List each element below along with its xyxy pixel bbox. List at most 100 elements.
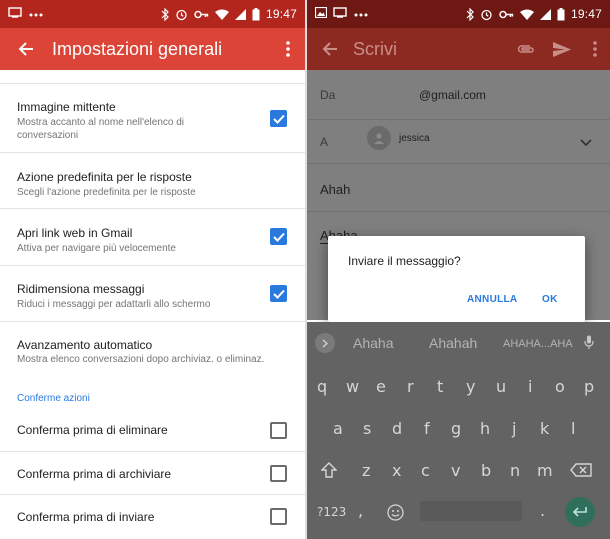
setting-confirm-delete[interactable]: Conferma prima di eliminare bbox=[0, 409, 305, 452]
key-v[interactable]: v bbox=[451, 456, 460, 484]
sender-image-checkbox[interactable] bbox=[270, 110, 287, 127]
emoji-icon bbox=[387, 503, 404, 521]
key-u[interactable]: u bbox=[496, 372, 506, 400]
from-label: Da bbox=[320, 88, 336, 102]
key-t[interactable]: t bbox=[437, 372, 443, 400]
back-button[interactable] bbox=[307, 28, 353, 70]
backspace-key[interactable] bbox=[570, 456, 592, 484]
open-web-links-checkbox[interactable] bbox=[270, 228, 287, 245]
key-j[interactable]: j bbox=[512, 414, 516, 442]
vpn-key-icon bbox=[499, 10, 514, 19]
recipient-name: jessica bbox=[399, 132, 430, 144]
key-row-3: z x c v b n m bbox=[307, 456, 610, 484]
key-s[interactable]: s bbox=[363, 414, 371, 442]
page-title: Scrivi bbox=[353, 38, 397, 59]
ok-button[interactable]: OK bbox=[542, 294, 558, 305]
to-row[interactable]: A jessica bbox=[307, 120, 610, 164]
key-i[interactable]: i bbox=[528, 372, 532, 400]
key-y[interactable]: y bbox=[466, 372, 475, 400]
subject-row[interactable]: Ahah bbox=[307, 164, 610, 212]
back-button[interactable] bbox=[0, 28, 52, 70]
suggestion-1[interactable]: Ahaha bbox=[353, 335, 393, 351]
suggestion-2[interactable]: Ahahah bbox=[429, 335, 477, 351]
key-k[interactable]: k bbox=[540, 414, 549, 442]
suggestion-strip: Ahaha Ahahah AHAHA...AHA bbox=[307, 322, 610, 364]
key-z[interactable]: z bbox=[362, 456, 370, 484]
key-l[interactable]: l bbox=[571, 414, 575, 442]
setting-resize-messages[interactable]: Ridimensiona messaggi Riduci i messaggi … bbox=[0, 266, 305, 322]
overflow-menu-button[interactable] bbox=[580, 28, 610, 70]
alarm-icon bbox=[175, 8, 188, 21]
confirm-send-checkbox[interactable] bbox=[270, 508, 287, 525]
setting-title: Azione predefinita per le risposte bbox=[17, 170, 192, 184]
screen-cast-icon bbox=[333, 7, 347, 21]
battery-icon bbox=[252, 7, 260, 21]
overflow-menu-button[interactable] bbox=[271, 28, 305, 70]
key-row-2: a s d f g h j k l bbox=[307, 414, 610, 442]
key-a[interactable]: a bbox=[333, 414, 343, 442]
suggestion-3[interactable]: AHAHA...AHA bbox=[503, 338, 573, 350]
status-bar: 19:47 bbox=[0, 0, 305, 28]
check-icon bbox=[272, 114, 285, 124]
key-d[interactable]: d bbox=[392, 414, 402, 442]
confirm-archive-checkbox[interactable] bbox=[270, 465, 287, 482]
voice-input-button[interactable] bbox=[584, 335, 594, 355]
setting-auto-advance[interactable]: Avanzamento automatico Mostra elenco con… bbox=[0, 322, 305, 387]
setting-title: Conferma prima di eliminare bbox=[17, 423, 168, 437]
microphone-icon bbox=[584, 335, 594, 349]
suggestion-expand-button[interactable] bbox=[315, 333, 335, 353]
wifi-icon bbox=[214, 9, 229, 20]
check-icon bbox=[272, 232, 285, 242]
setting-subtitle: Mostra elenco conversazioni dopo archivi… bbox=[17, 354, 265, 365]
emoji-key[interactable] bbox=[387, 498, 404, 526]
confirm-delete-checkbox[interactable] bbox=[270, 422, 287, 439]
vpn-key-icon bbox=[194, 10, 209, 19]
setting-confirm-archive[interactable]: Conferma prima di archiviare bbox=[0, 452, 305, 495]
from-row[interactable]: Da @gmail.com bbox=[307, 70, 610, 120]
list-top-divider bbox=[0, 70, 305, 84]
battery-icon bbox=[557, 7, 565, 21]
space-key[interactable] bbox=[420, 501, 522, 521]
key-x[interactable]: x bbox=[392, 456, 401, 484]
key-w[interactable]: w bbox=[346, 372, 359, 400]
cancel-button[interactable]: ANNULLA bbox=[467, 294, 517, 305]
backspace-icon bbox=[570, 463, 592, 477]
comma-key[interactable]: , bbox=[358, 496, 363, 524]
shift-key[interactable] bbox=[321, 456, 337, 484]
subject-input[interactable]: Ahah bbox=[320, 182, 350, 197]
setting-open-web-links[interactable]: Apri link web in Gmail Attiva per naviga… bbox=[0, 209, 305, 266]
status-bar: 19:47 bbox=[307, 0, 610, 28]
symbols-key[interactable]: ?123 bbox=[317, 498, 346, 526]
attach-button[interactable] bbox=[508, 28, 544, 70]
attachment-icon bbox=[517, 45, 534, 53]
key-c[interactable]: c bbox=[421, 456, 430, 484]
app-bar: Scrivi bbox=[307, 28, 610, 70]
app-bar: Impostazioni generali bbox=[0, 28, 305, 70]
key-f[interactable]: f bbox=[424, 414, 430, 442]
setting-confirm-send[interactable]: Conferma prima di inviare bbox=[0, 495, 305, 538]
send-button[interactable] bbox=[544, 28, 580, 70]
key-e[interactable]: e bbox=[376, 372, 386, 400]
key-r[interactable]: r bbox=[407, 372, 414, 400]
recipient-chip[interactable]: jessica bbox=[367, 126, 430, 150]
resize-messages-checkbox[interactable] bbox=[270, 285, 287, 302]
enter-key[interactable] bbox=[565, 497, 595, 527]
key-p[interactable]: p bbox=[584, 372, 594, 400]
section-header-action-confirmations: Conferme azioni bbox=[17, 393, 90, 404]
screen-cast-icon bbox=[8, 7, 22, 21]
soft-keyboard: Ahaha Ahahah AHAHA...AHA q w e r t y u i… bbox=[307, 322, 610, 539]
key-o[interactable]: o bbox=[555, 372, 565, 400]
expand-recipients-button[interactable] bbox=[580, 134, 592, 152]
setting-default-reply-action[interactable]: Azione predefinita per le risposte Scegl… bbox=[0, 153, 305, 209]
key-h[interactable]: h bbox=[480, 414, 490, 442]
bluetooth-icon bbox=[161, 7, 169, 21]
key-b[interactable]: b bbox=[481, 456, 491, 484]
setting-sender-image[interactable]: Immagine mittente Mostra accanto al nome… bbox=[0, 84, 305, 153]
key-q[interactable]: q bbox=[317, 372, 327, 400]
check-icon bbox=[272, 289, 285, 299]
period-key[interactable]: . bbox=[540, 496, 545, 524]
key-n[interactable]: n bbox=[510, 456, 520, 484]
key-g[interactable]: g bbox=[451, 414, 461, 442]
key-m[interactable]: m bbox=[537, 456, 553, 484]
clock-time: 19:47 bbox=[570, 7, 602, 21]
